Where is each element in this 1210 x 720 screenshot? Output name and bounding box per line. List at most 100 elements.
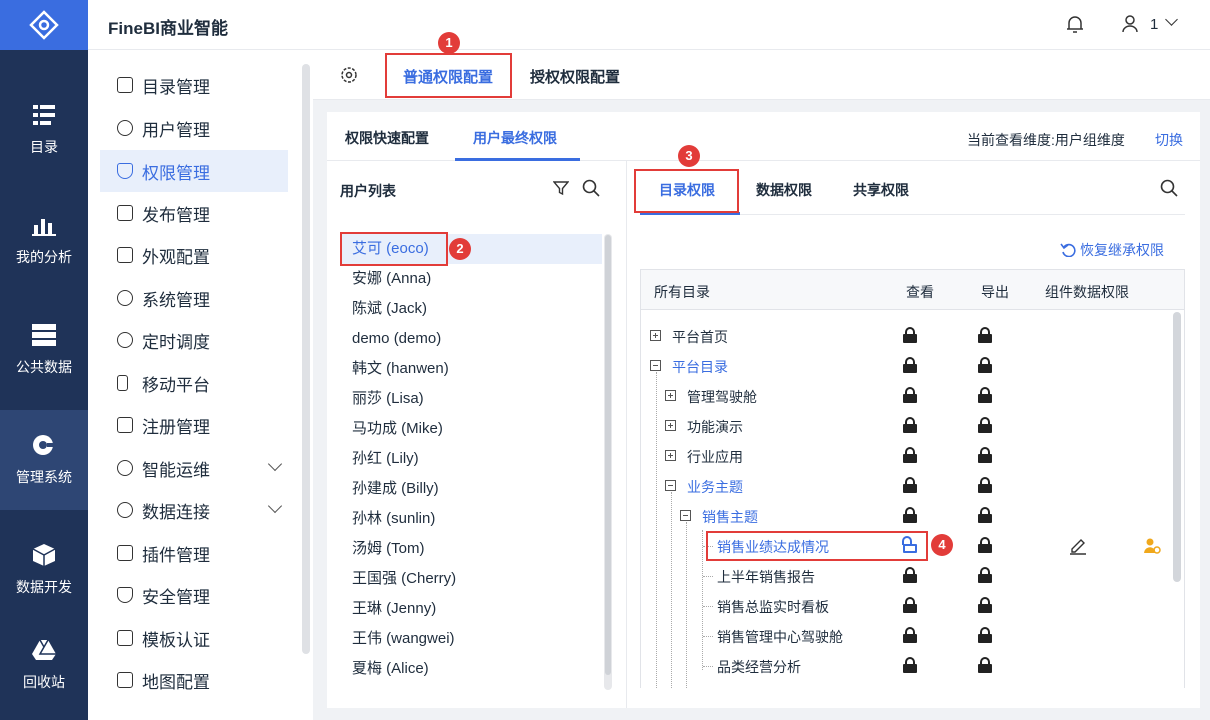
menu-scrollbar[interactable]	[302, 64, 310, 654]
lock-icon[interactable]	[978, 387, 992, 403]
user-list-item[interactable]: 夏梅 (Alice)	[340, 654, 602, 684]
lock-icon[interactable]	[978, 627, 992, 643]
menu-item-appearance[interactable]: 外观配置	[100, 234, 288, 276]
user-list-item[interactable]: 陈斌 (Jack)	[340, 294, 602, 324]
lock-icon[interactable]	[903, 627, 917, 643]
tree-node-label[interactable]: 功能演示	[687, 417, 743, 437]
user-list-item[interactable]: 韩文 (hanwen)	[340, 354, 602, 384]
collapse-icon[interactable]	[665, 480, 676, 491]
tree-node-label[interactable]: 业务主题	[687, 477, 743, 497]
lock-icon[interactable]	[903, 507, 917, 523]
rail-item-data-dev[interactable]: 数据开发	[0, 520, 88, 620]
tree-node-label[interactable]: 上半年销售报告	[717, 567, 815, 587]
menu-item-mobile[interactable]: 移动平台	[100, 362, 288, 404]
restore-inherit-button[interactable]: 恢复继承权限	[1060, 240, 1164, 260]
user-list-item[interactable]: 安娜 (Anna)	[340, 264, 602, 294]
menu-item-permission[interactable]: 权限管理	[100, 150, 288, 192]
tab-user-final[interactable]: 用户最终权限	[473, 128, 557, 148]
lock-icon[interactable]	[978, 327, 992, 343]
menu-item-publish[interactable]: 发布管理	[100, 192, 288, 234]
tree-node-label[interactable]: 行业应用	[687, 447, 743, 467]
lock-icon[interactable]	[903, 327, 917, 343]
tab-share-permission[interactable]: 共享权限	[853, 180, 909, 200]
lock-icon[interactable]	[903, 447, 917, 463]
user-list-item[interactable]: 孙红 (Lily)	[340, 444, 602, 474]
expand-icon[interactable]	[650, 330, 661, 341]
user-list-item[interactable]: 丽莎 (Lisa)	[340, 384, 602, 414]
tree-node-label[interactable]: 平台目录	[672, 357, 728, 377]
tree-node-label[interactable]: 销售总监实时看板	[717, 597, 829, 617]
lock-icon[interactable]	[903, 357, 917, 373]
lock-icon[interactable]	[978, 507, 992, 523]
lock-icon[interactable]	[903, 657, 917, 673]
expand-icon[interactable]	[665, 450, 676, 461]
user-list-item[interactable]: 汤姆 (Tom)	[340, 534, 602, 564]
userlist-scroll-thumb[interactable]	[605, 235, 611, 675]
lock-icon[interactable]	[903, 477, 917, 493]
user-list-item[interactable]: demo (demo)	[340, 324, 602, 354]
tree-node-label[interactable]: 销售主题	[702, 507, 758, 527]
user-list-item[interactable]: 马功成 (Mike)	[340, 414, 602, 444]
bell-icon[interactable]	[1065, 14, 1085, 34]
tree-node-label[interactable]: 品类经营分析	[717, 657, 801, 677]
settings-gear-icon[interactable]	[340, 66, 358, 84]
collapse-icon[interactable]	[650, 360, 661, 371]
menu-item-plugin[interactable]: 插件管理	[100, 532, 288, 574]
lock-icon[interactable]	[978, 597, 992, 613]
lock-icon[interactable]	[978, 537, 992, 553]
chevron-down-icon[interactable]	[267, 498, 283, 514]
rail-item-admin[interactable]: 管理系统	[0, 410, 88, 510]
expand-icon[interactable]	[665, 420, 676, 431]
rail-item-public-data[interactable]: 公共数据	[0, 300, 88, 400]
user-list-item[interactable]: 孙建成 (Billy)	[340, 474, 602, 504]
lock-icon[interactable]	[903, 567, 917, 583]
menu-item-security[interactable]: 安全管理	[100, 574, 288, 616]
expand-icon[interactable]	[665, 390, 676, 401]
rail-item-recycle[interactable]: 回收站	[0, 615, 88, 715]
user-icon[interactable]	[1120, 14, 1140, 34]
menu-item-register[interactable]: 注册管理	[100, 404, 288, 446]
chevron-down-icon[interactable]	[267, 456, 283, 472]
search-icon[interactable]	[582, 179, 600, 197]
user-permission-icon[interactable]	[1143, 537, 1161, 555]
edit-icon[interactable]	[1069, 537, 1087, 555]
lock-icon[interactable]	[978, 657, 992, 673]
menu-item-template-auth[interactable]: 模板认证	[100, 617, 288, 659]
rail-item-catalog[interactable]: 目录	[0, 80, 88, 180]
collapse-icon[interactable]	[680, 510, 691, 521]
user-list-item[interactable]: 王国强 (Cherry)	[340, 564, 602, 594]
tab-grant-permission[interactable]: 授权权限配置	[530, 66, 620, 87]
menu-item-data-connection[interactable]: 数据连接	[100, 489, 288, 531]
grid-scrollbar[interactable]	[1173, 312, 1181, 582]
switch-link[interactable]: 切换	[1155, 130, 1183, 150]
user-list-item[interactable]: 王琳 (Jenny)	[340, 594, 602, 624]
menu-item-map[interactable]: 地图配置	[100, 659, 288, 701]
menu-item-schedule[interactable]: 定时调度	[100, 319, 288, 361]
lock-icon[interactable]	[978, 357, 992, 373]
menu-item-catalog[interactable]: 目录管理	[100, 64, 288, 106]
lock-icon[interactable]	[903, 417, 917, 433]
app-logo[interactable]	[0, 0, 88, 50]
tree-node-label[interactable]: 管理驾驶舱	[687, 387, 757, 407]
filter-icon[interactable]	[553, 180, 569, 196]
menu-item-system[interactable]: 系统管理	[100, 277, 288, 319]
lock-icon[interactable]	[903, 597, 917, 613]
pane-divider[interactable]	[626, 160, 627, 708]
menu-label: 外观配置	[142, 247, 210, 267]
tree-node-label[interactable]: 销售管理中心驾驶舱	[717, 627, 843, 647]
lock-icon[interactable]	[978, 447, 992, 463]
user-list-item[interactable]: 孙林 (sunlin)	[340, 504, 602, 534]
user-name[interactable]: 1	[1150, 16, 1158, 33]
menu-item-ops[interactable]: 智能运维	[100, 447, 288, 489]
lock-icon[interactable]	[903, 387, 917, 403]
tree-node-label[interactable]: 平台首页	[672, 327, 728, 347]
lock-icon[interactable]	[978, 567, 992, 583]
menu-item-user[interactable]: 用户管理	[100, 107, 288, 149]
rail-item-analysis[interactable]: 我的分析	[0, 190, 88, 290]
lock-icon[interactable]	[978, 477, 992, 493]
lock-icon[interactable]	[978, 417, 992, 433]
tab-quick-config[interactable]: 权限快速配置	[345, 128, 429, 148]
tab-data-permission[interactable]: 数据权限	[756, 180, 812, 200]
user-list-item[interactable]: 王伟 (wangwei)	[340, 624, 602, 654]
search-icon[interactable]	[1160, 179, 1178, 197]
